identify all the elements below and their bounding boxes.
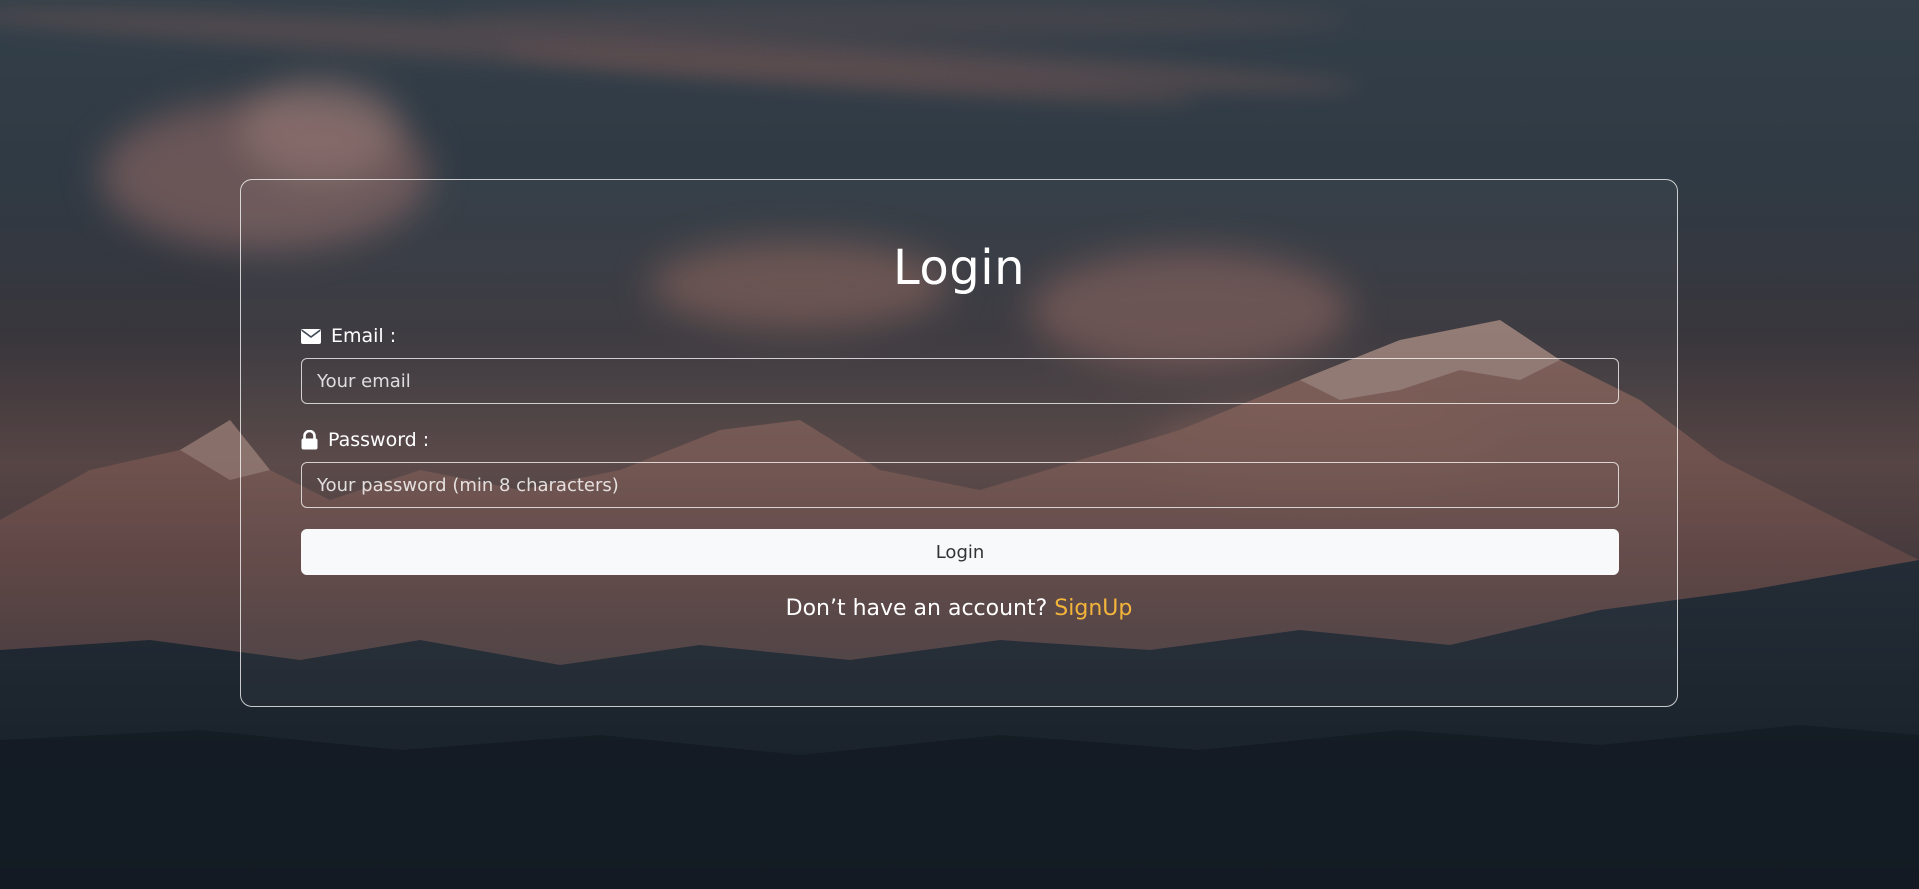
password-label: Password : <box>301 429 429 451</box>
envelope-icon <box>301 328 321 344</box>
signup-prompt: Don’t have an account? SignUp <box>241 596 1677 621</box>
signup-prompt-text: Don’t have an account? <box>785 596 1048 621</box>
email-field[interactable] <box>301 358 1619 404</box>
password-field[interactable] <box>301 462 1619 508</box>
signup-link[interactable]: SignUp <box>1054 596 1132 621</box>
login-card: Login Email : Password : Login Don’t hav… <box>240 179 1678 707</box>
lock-icon <box>301 430 318 450</box>
email-label: Email : <box>301 325 396 347</box>
login-button[interactable]: Login <box>301 529 1619 575</box>
page-title: Login <box>893 240 1025 296</box>
email-label-text: Email : <box>331 325 397 347</box>
password-label-text: Password : <box>328 429 430 451</box>
